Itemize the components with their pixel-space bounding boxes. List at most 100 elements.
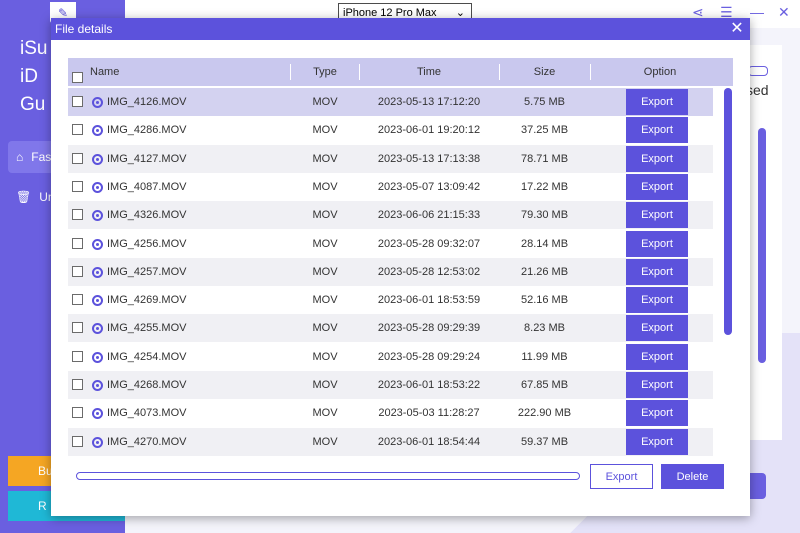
row-checkbox[interactable]: [72, 237, 83, 249]
table-header: Name Type Time Size Option: [68, 58, 733, 86]
row-checkbox[interactable]: [72, 294, 83, 306]
export-button[interactable]: Export: [590, 464, 653, 489]
table-row[interactable]: IMG_4073.MOV MOV 2023-05-03 11:28:27 222.90…: [68, 399, 713, 428]
file-time: 2023-05-13 17:12:20: [377, 96, 481, 108]
file-time: 2023-05-13 17:13:38: [377, 152, 481, 165]
row-export-button[interactable]: Export: [626, 343, 688, 370]
file-type: MOV: [312, 96, 338, 108]
table-row[interactable]: IMG_4270.MOV MOV 2023-06-01 18:54:44 59.37 …: [68, 427, 713, 456]
column-header-name[interactable]: Name: [90, 58, 290, 86]
row-export-button[interactable]: Export: [626, 202, 688, 229]
horizontal-scrollbar[interactable]: [76, 472, 580, 480]
row-export-button[interactable]: Export: [626, 145, 688, 172]
file-size: 21.26 MB: [520, 265, 569, 278]
file-name: IMG_4127.MOV: [107, 152, 187, 165]
table-row[interactable]: IMG_4257.MOV MOV 2023-05-28 12:53:02 21.26 …: [68, 257, 713, 286]
row-checkbox[interactable]: [72, 350, 83, 362]
file-type: MOV: [312, 180, 338, 193]
row-checkbox[interactable]: [72, 124, 83, 136]
broom-icon: ⌂: [16, 150, 24, 164]
file-name: IMG_4255.MOV: [107, 322, 187, 335]
file-size: 37.25 MB: [520, 124, 569, 137]
table-row[interactable]: IMG_4286.MOV MOV 2023-06-01 19:20:12 37.25 …: [68, 116, 713, 145]
file-type: MOV: [312, 379, 338, 391]
file-type: MOV: [312, 209, 338, 222]
row-export-button[interactable]: Export: [626, 258, 688, 285]
row-export-button[interactable]: Export: [626, 400, 688, 427]
table-row[interactable]: IMG_4326.MOV MOV 2023-06-06 21:15:33 79.30 …: [68, 201, 713, 230]
app-title-line-3: Gu: [20, 94, 46, 115]
row-checkbox[interactable]: [72, 180, 83, 192]
file-time: 2023-06-01 18:53:59: [377, 294, 481, 307]
row-export-button[interactable]: Export: [626, 315, 688, 342]
column-header-time[interactable]: Time: [359, 58, 499, 86]
file-name: IMG_4087.MOV: [107, 180, 187, 193]
file-name: IMG_4270.MOV: [107, 435, 187, 448]
video-file-icon: [92, 210, 103, 222]
file-size: 5.75 MB: [524, 96, 565, 108]
table-row[interactable]: IMG_4256.MOV MOV 2023-05-28 09:32:07 28.14 …: [68, 229, 713, 258]
file-size: 8.23 MB: [524, 322, 565, 335]
close-icon[interactable]: ✕: [728, 19, 746, 39]
dialog-header: File details ✕: [51, 18, 750, 40]
minimize-icon[interactable]: —: [750, 4, 764, 20]
file-time: 2023-05-28 09:29:24: [377, 350, 481, 363]
vertical-scrollbar[interactable]: [724, 88, 732, 335]
table-row[interactable]: IMG_4254.MOV MOV 2023-05-28 09:29:24 11.99 …: [68, 342, 713, 371]
row-export-button[interactable]: Export: [626, 428, 688, 455]
video-file-icon: [92, 153, 103, 165]
table-row[interactable]: IMG_4269.MOV MOV 2023-06-01 18:53:59 52.16 …: [68, 286, 713, 315]
app-title-line-1: iSu: [20, 38, 48, 59]
trash-icon: 🗑: [16, 190, 32, 204]
file-name: IMG_4257.MOV: [107, 265, 187, 278]
dialog-title: File details: [55, 22, 113, 36]
table-row[interactable]: IMG_4087.MOV MOV 2023-05-07 13:09:42 17.22 …: [68, 172, 713, 201]
video-file-icon: [92, 351, 103, 363]
file-type: MOV: [312, 265, 338, 278]
video-file-icon: [92, 295, 103, 307]
video-file-icon: [92, 436, 103, 448]
file-size: 28.14 MB: [520, 237, 569, 250]
file-size: 78.71 MB: [520, 152, 569, 165]
column-header-type[interactable]: Type: [290, 58, 360, 86]
video-file-icon: [92, 323, 103, 335]
row-checkbox[interactable]: [72, 96, 83, 107]
file-type: MOV: [312, 124, 338, 137]
background-scrollbar: [758, 128, 766, 363]
file-name: IMG_4256.MOV: [107, 237, 187, 250]
sidebar-item-label: Fas: [31, 150, 52, 164]
video-file-icon: [92, 408, 103, 420]
file-time: 2023-05-28 09:29:39: [377, 322, 481, 335]
file-size: 79.30 MB: [520, 209, 569, 222]
table-row[interactable]: IMG_4255.MOV MOV 2023-05-28 09:29:39 8.23 M…: [68, 314, 713, 343]
video-file-icon: [92, 181, 103, 193]
close-window-icon[interactable]: ✕: [778, 4, 790, 21]
row-checkbox[interactable]: [72, 435, 83, 447]
file-time: 2023-06-01 19:20:12: [377, 124, 481, 137]
file-name: IMG_4326.MOV: [107, 209, 187, 222]
table-row[interactable]: IMG_4127.MOV MOV 2023-05-13 17:13:38 78.71 …: [68, 144, 713, 173]
file-size: 11.99 MB: [521, 350, 568, 363]
row-checkbox[interactable]: [72, 152, 83, 164]
row-checkbox[interactable]: [72, 379, 83, 390]
column-header-size[interactable]: Size: [499, 58, 590, 86]
row-export-button[interactable]: Export: [626, 230, 688, 257]
sidebar-teal-button-label: R: [38, 499, 47, 513]
select-all-checkbox[interactable]: [72, 72, 83, 83]
app-title-line-2: iD: [20, 66, 38, 87]
row-export-button[interactable]: Export: [626, 173, 688, 200]
row-export-button[interactable]: Export: [626, 89, 688, 115]
row-checkbox[interactable]: [72, 407, 83, 419]
row-export-button[interactable]: Export: [626, 287, 688, 314]
table-row[interactable]: IMG_4268.MOV MOV 2023-06-01 18:53:22 67.85 …: [68, 371, 713, 399]
file-time: 2023-06-06 21:15:33: [377, 209, 481, 222]
file-details-dialog: File details ✕ Name Type Time Size Optio…: [51, 18, 750, 516]
row-export-button[interactable]: Export: [626, 372, 688, 398]
row-export-button[interactable]: Export: [626, 117, 688, 144]
file-name: IMG_4269.MOV: [107, 294, 187, 307]
table-row[interactable]: IMG_4126.MOV MOV 2023-05-13 17:12:20 5.75 M…: [68, 88, 713, 116]
row-checkbox[interactable]: [72, 265, 83, 277]
delete-button[interactable]: Delete: [661, 464, 724, 489]
row-checkbox[interactable]: [72, 322, 83, 334]
row-checkbox[interactable]: [72, 209, 83, 221]
